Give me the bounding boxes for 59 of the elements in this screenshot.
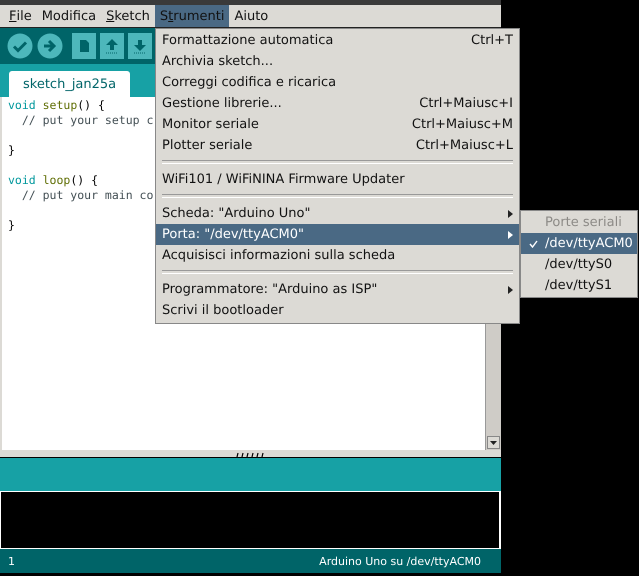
menu-item-label: Formattazione automatica [162, 33, 334, 48]
menu-item[interactable]: Acquisisci informazioni sulla scheda [156, 245, 519, 266]
code-comment: // put your setup c [20, 113, 154, 127]
menu-item-label: Archivia sketch... [162, 54, 274, 69]
menu-title[interactable]: Sketch [101, 5, 155, 27]
menu-item[interactable]: WiFi101 / WiFiNINA Firmware Updater [156, 169, 519, 190]
menu-item-label: Gestione librerie... [162, 96, 283, 111]
menu-item[interactable]: Correggi codifica e ricarica [156, 72, 519, 93]
port-item[interactable]: /dev/ttyS1 [521, 275, 637, 296]
code-comment: // put your main co [20, 188, 154, 202]
code-text: } [8, 218, 15, 232]
menu-item[interactable]: Programmatore: "Arduino as ISP" [156, 279, 519, 300]
menu-item[interactable]: Plotter seriale Ctrl+Maiusc+L [156, 135, 519, 156]
menu-item[interactable]: Archivia sketch... [156, 51, 519, 72]
port-item[interactable]: /dev/ttyS0 [521, 254, 637, 275]
board-port-label: Arduino Uno su /dev/ttyACM0 [319, 554, 481, 568]
menu-item[interactable]: Scheda: "Arduino Uno" [156, 203, 519, 224]
scroll-down-icon[interactable] [487, 436, 500, 449]
code-function: setup [42, 98, 78, 112]
menu-item-label: Porta: "/dev/ttyACM0" [162, 227, 306, 242]
menu-item[interactable]: Gestione librerie... Ctrl+Maiusc+I [156, 93, 519, 114]
menu-item[interactable]: Porta: "/dev/ttyACM0" [156, 224, 519, 245]
menu-item-label: Correggi codifica e ricarica [162, 75, 338, 90]
code-text: () { [77, 98, 105, 112]
code-text: () { [70, 173, 98, 187]
menu-item-label: Acquisisci informazioni sulla scheda [162, 248, 396, 263]
port-item[interactable]: /dev/ttyACM0 [521, 233, 637, 254]
submenu-arrow-icon [508, 286, 513, 294]
code-keyword: void [8, 98, 36, 112]
menu-title[interactable]: Modifica [36, 5, 102, 27]
menu-item[interactable]: Monitor seriale Ctrl+Maiusc+M [156, 114, 519, 135]
menu-item-label: Programmatore: "Arduino as ISP" [162, 282, 378, 297]
resize-grip-icon[interactable] [234, 452, 266, 457]
code-function: loop [42, 173, 70, 187]
menu-item-label: WiFi101 / WiFiNINA Firmware Updater [162, 172, 406, 187]
line-number: 1 [8, 554, 15, 568]
sketch-tab[interactable]: sketch_jan25a [9, 71, 130, 97]
shortcut-label: Ctrl+Maiusc+I [419, 96, 513, 111]
verify-button[interactable] [7, 33, 33, 59]
menu-item-label: Monitor seriale [162, 117, 260, 132]
code-text: } [8, 143, 15, 157]
menu-item-label: Scheda: "Arduino Uno" [162, 206, 312, 221]
submenu-arrow-icon [508, 230, 513, 238]
shortcut-label: Ctrl+T [471, 33, 513, 48]
shortcut-label: Ctrl+Maiusc+M [412, 117, 513, 132]
save-button[interactable] [128, 33, 152, 59]
menu-title[interactable]: File [4, 5, 37, 27]
code-keyword: void [8, 173, 36, 187]
upload-button[interactable] [37, 33, 63, 59]
submenu-arrow-icon [508, 210, 513, 218]
menu-item[interactable]: Formattazione automatica Ctrl+T [156, 30, 519, 51]
menu-item-label: Scrivi il bootloader [162, 303, 285, 318]
new-file-button[interactable] [72, 33, 96, 59]
menu-item[interactable]: Scrivi il bootloader [156, 300, 519, 321]
shortcut-label: Ctrl+Maiusc+L [416, 138, 513, 153]
menu-item-label: Plotter seriale [162, 138, 254, 153]
port-item: Porte seriali [544, 214, 623, 232]
menu-title[interactable]: Aiuto [229, 5, 274, 27]
open-button[interactable] [100, 33, 124, 59]
